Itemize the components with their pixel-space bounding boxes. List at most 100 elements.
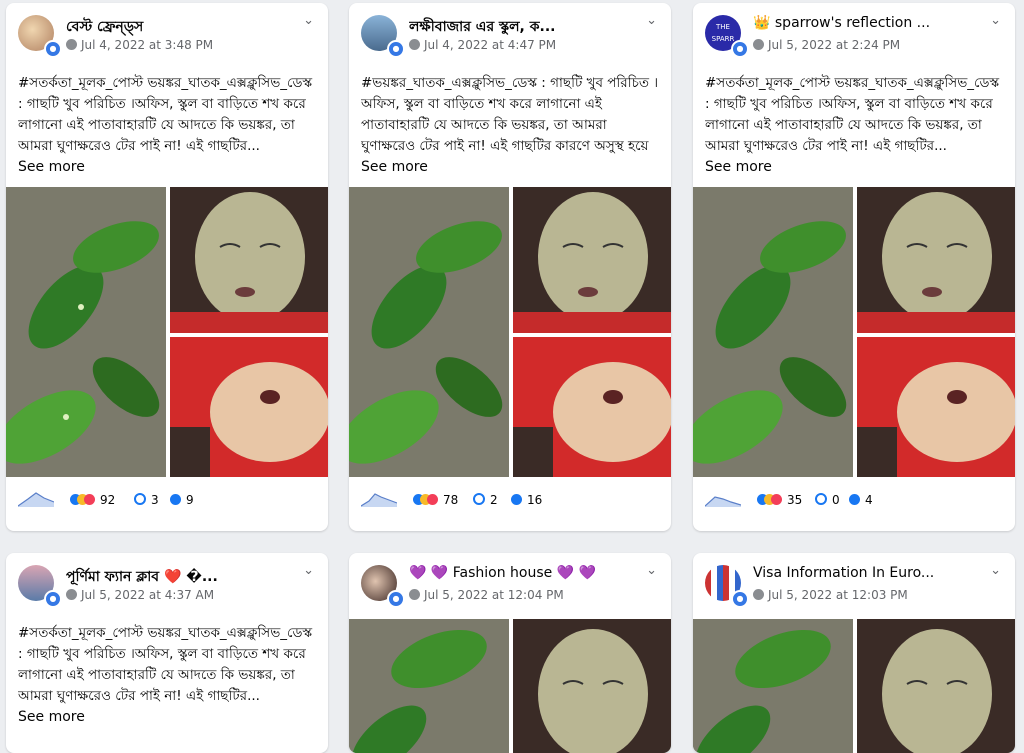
see-more-link[interactable]: See more (18, 159, 316, 179)
post-card: ● Visa Information In Euro... Jul 5, 202… (693, 553, 1015, 753)
child-photo-1 (513, 619, 671, 753)
post-date[interactable]: Jul 4, 2022 at 4:47 PM (424, 38, 556, 52)
engagement-sparkline[interactable] (361, 489, 397, 507)
post-text: #সতর্কতা_মূলক_পোস্ট ভয়ঙ্কর_ঘাতক_এক্সক্ল… (705, 75, 1000, 154)
post-text: #সতর্কতা_মূলক_পোস্ট ভয়ঙ্কর_ঘাতক_এক্সক্ল… (18, 625, 313, 704)
comment-icon (134, 493, 146, 505)
group-icon: ● (44, 590, 62, 608)
globe-icon (409, 589, 420, 600)
chevron-down-icon[interactable]: ⌄ (990, 13, 1001, 28)
post-header: ● লক্ষীবাজার এর স্কুল, ক... Jul 4, 2022 … (349, 3, 671, 61)
engagement-sparkline[interactable] (18, 489, 54, 507)
post-date[interactable]: Jul 4, 2022 at 3:48 PM (81, 38, 213, 52)
child-photo-1 (170, 187, 328, 333)
post-meta: Jul 5, 2022 at 4:37 AM (66, 588, 214, 602)
shares-count[interactable]: 9 (170, 493, 194, 507)
post-meta: Jul 5, 2022 at 2:24 PM (753, 38, 900, 52)
comments-value: 3 (151, 493, 159, 507)
shares-count[interactable]: 16 (511, 493, 542, 507)
child-photo-2 (170, 337, 328, 477)
chevron-down-icon[interactable]: ⌄ (990, 563, 1001, 578)
post-card: ● লক্ষীবাজার এর স্কুল, ক... Jul 4, 2022 … (349, 3, 671, 531)
comments-count[interactable]: 3 (134, 493, 159, 507)
reactions-count[interactable]: 92 (70, 493, 115, 507)
comments-count[interactable]: 2 (473, 493, 498, 507)
chevron-down-icon[interactable]: ⌄ (303, 563, 314, 578)
shares-value: 9 (186, 493, 194, 507)
shares-count[interactable]: 4 (849, 493, 873, 507)
share-icon (170, 494, 181, 505)
comment-icon (815, 493, 827, 505)
child-photo-1 (857, 187, 1015, 333)
group-name[interactable]: পূর্ণিমা ফ্যান ক্লাব ❤️ �... (66, 565, 296, 589)
post-header: ● 💜 💜 Fashion house 💜 💜 Jul 5, 2022 at 1… (349, 553, 671, 611)
reactions-value: 78 (443, 493, 459, 507)
post-date[interactable]: Jul 5, 2022 at 12:03 PM (768, 588, 908, 602)
plant-photo (693, 619, 853, 753)
comments-value: 0 (832, 493, 840, 507)
post-stats: 35 0 4 (693, 477, 1015, 521)
post-card: THE SPARR ● 👑 sparrow's reflection ... J… (693, 3, 1015, 531)
see-more-link[interactable]: See more (18, 709, 316, 729)
globe-icon (66, 39, 77, 50)
engagement-sparkline[interactable] (705, 489, 741, 507)
globe-icon (753, 39, 764, 50)
comment-icon (473, 493, 485, 505)
group-name[interactable]: 💜 💜 Fashion house 💜 💜 (409, 565, 639, 581)
share-icon (849, 494, 860, 505)
post-text: #ভয়ঙ্কর_ঘাতক_এক্সক্লুসিভ_ডেস্ক : গাছটি … (361, 75, 659, 154)
post-header: ● পূর্ণিমা ফ্যান ক্লাব ❤️ �... Jul 5, 20… (6, 553, 328, 611)
plant-photo (349, 619, 509, 753)
love-icon (427, 494, 438, 505)
group-name[interactable]: Visa Information In Euro... (753, 565, 983, 581)
post-card: ● বেস্ট ফ্রেন্ড্স Jul 4, 2022 at 3:48 PM… (6, 3, 328, 531)
reactions-value: 92 (100, 493, 116, 507)
reactions-count[interactable]: 78 (413, 493, 458, 507)
group-name[interactable]: 👑 sparrow's reflection ... (753, 15, 983, 31)
post-card: ● 💜 💜 Fashion house 💜 💜 Jul 5, 2022 at 1… (349, 553, 671, 753)
globe-icon (66, 589, 77, 600)
comments-value: 2 (490, 493, 498, 507)
post-header: ● বেস্ট ফ্রেন্ড্স Jul 4, 2022 at 3:48 PM… (6, 3, 328, 61)
group-icon: ● (44, 40, 62, 58)
post-header: ● Visa Information In Euro... Jul 5, 202… (693, 553, 1015, 611)
post-image[interactable] (6, 187, 328, 477)
post-date[interactable]: Jul 5, 2022 at 2:24 PM (768, 38, 900, 52)
group-name[interactable]: লক্ষীবাজার এর স্কুল, ক... (409, 15, 639, 39)
share-icon (511, 494, 522, 505)
globe-icon (753, 589, 764, 600)
group-name[interactable]: বেস্ট ফ্রেন্ড্স (66, 15, 296, 39)
reactions-value: 35 (787, 493, 803, 507)
love-icon (771, 494, 782, 505)
post-image[interactable] (693, 187, 1015, 477)
globe-icon (409, 39, 420, 50)
post-meta: Jul 5, 2022 at 12:03 PM (753, 588, 908, 602)
love-icon (84, 494, 95, 505)
post-date[interactable]: Jul 5, 2022 at 12:04 PM (424, 588, 564, 602)
post-date[interactable]: Jul 5, 2022 at 4:37 AM (81, 588, 214, 602)
plant-photo (693, 187, 853, 477)
post-meta: Jul 4, 2022 at 3:48 PM (66, 38, 213, 52)
plant-photo (6, 187, 166, 477)
plant-photo (349, 187, 509, 477)
group-icon: ● (387, 590, 405, 608)
see-more-link[interactable]: See more (361, 159, 659, 179)
child-photo-1 (857, 619, 1015, 753)
post-stats: 78 2 16 (349, 477, 671, 521)
child-photo-2 (857, 337, 1015, 477)
post-card: ● পূর্ণিমা ফ্যান ক্লাব ❤️ �... Jul 5, 20… (6, 553, 328, 753)
see-more-link[interactable]: See more (705, 159, 1003, 179)
post-header: THE SPARR ● 👑 sparrow's reflection ... J… (693, 3, 1015, 61)
post-meta: Jul 4, 2022 at 4:47 PM (409, 38, 556, 52)
post-image[interactable] (693, 619, 1015, 753)
post-image[interactable] (349, 187, 671, 477)
chevron-down-icon[interactable]: ⌄ (303, 13, 314, 28)
group-icon: ● (731, 40, 749, 58)
comments-count[interactable]: 0 (815, 493, 840, 507)
chevron-down-icon[interactable]: ⌄ (646, 563, 657, 578)
post-stats: 92 3 9 (6, 477, 328, 521)
child-photo-1 (513, 187, 671, 333)
post-image[interactable] (349, 619, 671, 753)
chevron-down-icon[interactable]: ⌄ (646, 13, 657, 28)
reactions-count[interactable]: 35 (757, 493, 802, 507)
